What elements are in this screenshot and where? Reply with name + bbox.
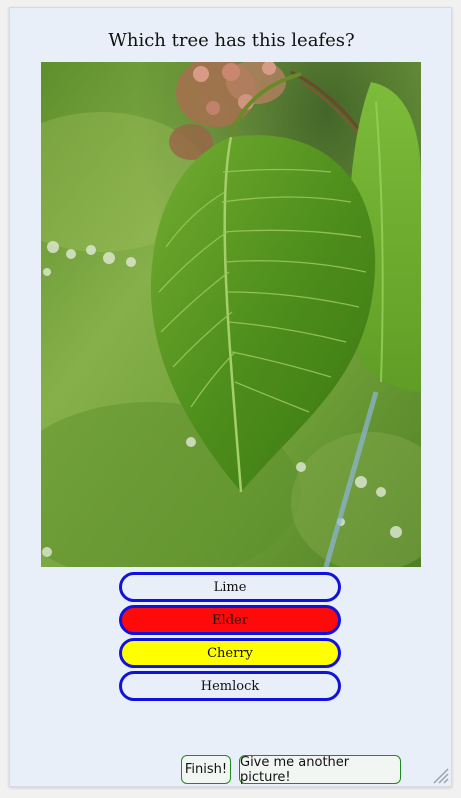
answer-button-cherry[interactable]: Cherry — [119, 638, 341, 668]
answer-button-elder[interactable]: Elder — [119, 605, 341, 635]
answer-button-hemlock[interactable]: Hemlock — [119, 671, 341, 701]
answer-button-lime[interactable]: Lime — [119, 572, 341, 602]
leaf-photo — [41, 62, 421, 567]
leaf-photo-image — [41, 62, 421, 567]
another-picture-button[interactable]: Give me another picture! — [239, 755, 401, 785]
resize-grip-icon[interactable] — [431, 766, 449, 784]
question-title: Which tree has this leafes? — [108, 30, 355, 51]
finish-button[interactable]: Finish! — [181, 755, 231, 784]
quiz-panel: Which tree has this leafes? Lime Elder C… — [9, 7, 452, 787]
